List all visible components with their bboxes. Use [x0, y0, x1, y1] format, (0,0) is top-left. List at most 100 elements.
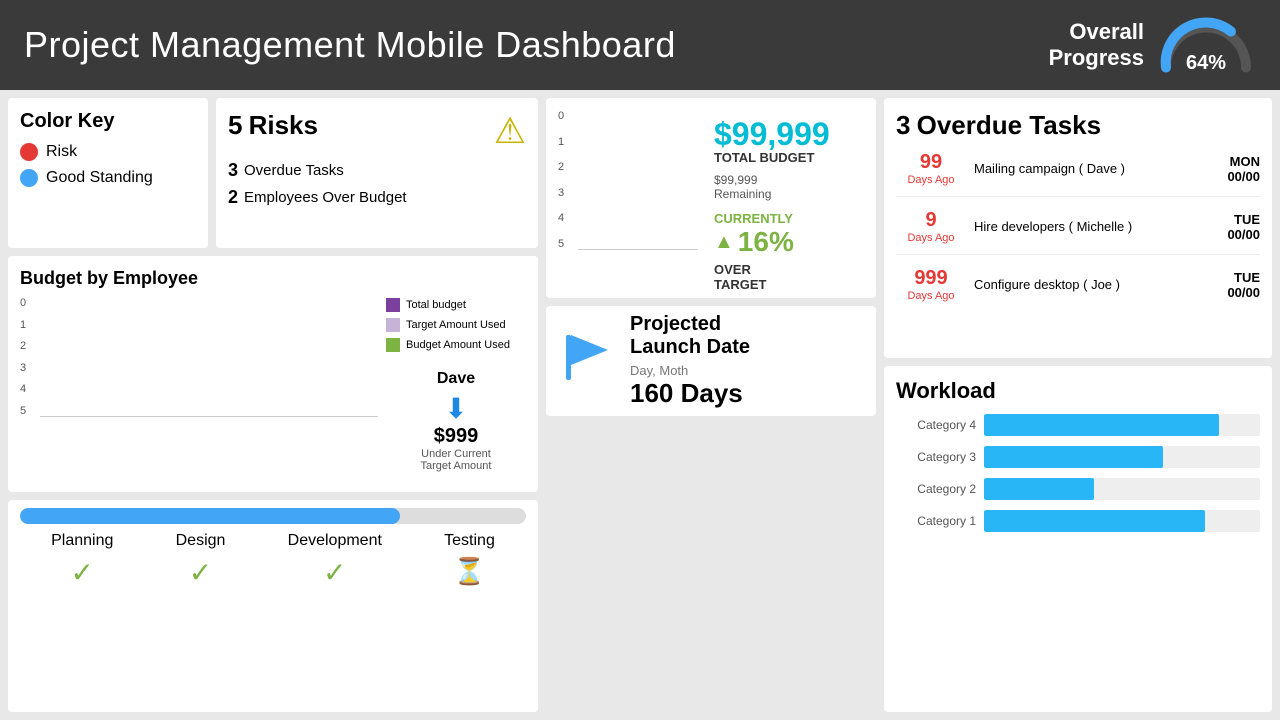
- budget-by-employee-title: Budget by Employee: [20, 268, 378, 289]
- top-row: Color Key Risk Good Standing 5 Risks: [8, 98, 538, 248]
- workload-fill-3: [984, 446, 1163, 468]
- remaining-amount: $99,999Remaining: [714, 173, 856, 201]
- bar-groups: [40, 297, 378, 417]
- days-num-1: 99: [896, 151, 966, 174]
- phase-planning: Planning ✓: [51, 532, 113, 589]
- hourglass-icon: ⏳: [453, 556, 485, 587]
- middle-column: 5 4 3 2 1 0: [546, 98, 876, 712]
- overdue-item-2: 9 Days Ago Hire developers ( Michelle ) …: [896, 209, 1260, 255]
- date-num-2: 00/00: [1227, 227, 1260, 242]
- gauge-chart: 64%: [1156, 15, 1256, 75]
- total-budget-card: 5 4 3 2 1 0: [546, 98, 876, 298]
- task-name-3: Configure desktop ( Joe ): [974, 277, 1219, 292]
- days-num-2: 9: [896, 209, 966, 232]
- mid-spacer: [546, 424, 876, 712]
- legend-target: Target Amount Used: [386, 318, 526, 332]
- mid-bar-groups: [578, 110, 698, 250]
- workload-cat-3: Category 3: [896, 450, 976, 464]
- left-column: Color Key Risk Good Standing 5 Risks: [8, 98, 538, 712]
- risks-card: 5 Risks ⚠ 3 Overdue Tasks 2 Employees Ov…: [216, 98, 538, 248]
- color-key-standing: Good Standing: [20, 169, 196, 187]
- phase-design: Design ✓: [176, 532, 226, 589]
- days-label-2: Days Ago: [896, 232, 966, 244]
- phase-planning-label: Planning: [51, 532, 113, 550]
- legend-box-target: [386, 318, 400, 332]
- task-name-1: Mailing campaign ( Dave ): [974, 161, 1219, 176]
- progress-track: [20, 508, 526, 524]
- total-budget-amount: $99,999: [714, 118, 856, 150]
- up-arrow-icon: ▲: [714, 231, 734, 254]
- workload-track-1: [984, 510, 1260, 532]
- risk-dot: [20, 143, 38, 161]
- x-axis: [40, 416, 378, 417]
- legend-label-total: Total budget: [406, 299, 466, 311]
- header: Project Management Mobile Dashboard Over…: [0, 0, 1280, 90]
- risk-item-overdue: 3 Overdue Tasks: [228, 160, 526, 181]
- budget-type-label: TOTAL BUDGET: [714, 150, 856, 165]
- phases: Planning ✓ Design ✓ Development ✓ Testin…: [20, 532, 526, 589]
- gauge-value: 64%: [1186, 52, 1226, 75]
- overdue-item-3: 999 Days Ago Configure desktop ( Joe ) T…: [896, 267, 1260, 312]
- workload-fill-2: [984, 478, 1094, 500]
- workload-track-2: [984, 478, 1260, 500]
- legend-label-used: Budget Amount Used: [406, 339, 510, 351]
- overdue-card: 3 Overdue Tasks 99 Days Ago Mailing camp…: [884, 98, 1272, 358]
- budget-label: Employees Over Budget: [244, 189, 407, 206]
- overall-progress: OverallProgress 64%: [1049, 15, 1256, 75]
- workload-track-4: [984, 414, 1260, 436]
- risk-item-budget: 2 Employees Over Budget: [228, 187, 526, 208]
- overdue-count: 3: [228, 160, 238, 181]
- launch-days: 160 Days: [630, 378, 864, 409]
- y-axis-labels: 5 4 3 2 1 0: [20, 297, 36, 417]
- flag-icon: [558, 325, 618, 397]
- date-day-1: MON: [1227, 154, 1260, 169]
- page-title: Project Management Mobile Dashboard: [24, 24, 676, 66]
- launch-info: ProjectedLaunch Date Day, Moth 160 Days: [630, 313, 864, 409]
- budget-count: 2: [228, 187, 238, 208]
- task-date-3: TUE 00/00: [1227, 270, 1260, 300]
- percent-num: 16%: [738, 226, 794, 258]
- overdue-count: 3: [896, 110, 910, 140]
- checkmark-icon: ✓: [189, 556, 212, 589]
- workload-cat-1: Category 1: [896, 514, 976, 528]
- days-label-3: Days Ago: [896, 290, 966, 302]
- workload-track-3: [984, 446, 1260, 468]
- risks-count: 5: [228, 110, 242, 140]
- down-arrow-icon: ⬇: [444, 392, 467, 425]
- phase-testing-label: Testing: [444, 532, 495, 550]
- legend-box-total: [386, 298, 400, 312]
- overdue-label: Overdue Tasks: [244, 162, 344, 179]
- color-key-risk: Risk: [20, 143, 196, 161]
- right-column: 3 Overdue Tasks 99 Days Ago Mailing camp…: [884, 98, 1272, 712]
- mid-x-axis: [578, 249, 698, 250]
- budget-info: $99,999 TOTAL BUDGET $99,999Remaining CU…: [706, 110, 864, 286]
- phase-design-label: Design: [176, 532, 226, 550]
- date-day-3: TUE: [1227, 270, 1260, 285]
- workload-cat-4: Category 4: [896, 418, 976, 432]
- progress-fill: [20, 508, 400, 524]
- mid-bar-chart: 5 4 3 2 1 0: [558, 110, 698, 270]
- task-date-1: MON 00/00: [1227, 154, 1260, 184]
- days-num-3: 999: [896, 267, 966, 290]
- risks-title: 5 Risks: [228, 110, 318, 141]
- currently-label: CURRENTLY: [714, 211, 856, 226]
- dave-label: Under CurrentTarget Amount: [421, 448, 492, 472]
- workload-cat-2: Category 2: [896, 482, 976, 496]
- workload-fill-4: [984, 414, 1219, 436]
- task-name-2: Hire developers ( Michelle ): [974, 219, 1219, 234]
- budget-chart-area: Budget by Employee 5 4 3 2 1 0: [20, 268, 378, 480]
- launch-title: ProjectedLaunch Date: [630, 313, 864, 359]
- legend-total: Total budget: [386, 298, 526, 312]
- workload-row-2: Category 2: [896, 478, 1260, 500]
- standing-dot: [20, 169, 38, 187]
- date-num-1: 00/00: [1227, 169, 1260, 184]
- workload-row-3: Category 3: [896, 446, 1260, 468]
- overdue-label: Overdue Tasks: [917, 110, 1102, 140]
- workload-fill-1: [984, 510, 1205, 532]
- days-ago-1: 99 Days Ago: [896, 151, 966, 186]
- budget-bar-chart: 5 4 3 2 1 0: [20, 297, 378, 437]
- color-key-card: Color Key Risk Good Standing: [8, 98, 208, 248]
- risks-label: Risks: [249, 110, 318, 140]
- progress-label: OverallProgress: [1049, 19, 1144, 72]
- total-budget-chart: 5 4 3 2 1 0: [558, 110, 698, 286]
